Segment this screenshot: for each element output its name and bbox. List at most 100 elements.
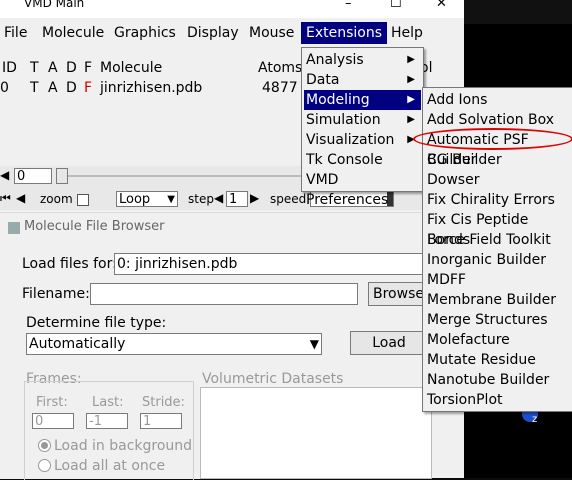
load-background-radio[interactable] (38, 439, 51, 452)
load-button[interactable]: Load (350, 331, 428, 355)
zoom-checkbox[interactable] (77, 194, 89, 206)
title-bar: VMD Main – ☐ ✕ (0, 0, 464, 18)
speed-label: speed (270, 192, 307, 206)
file-type-select[interactable]: Automatically ▼ (26, 333, 322, 355)
filename-input[interactable] (90, 283, 358, 305)
menu-item-add-ions[interactable]: Add Ions (425, 90, 570, 110)
menu-item-mdff[interactable]: MDFF (425, 270, 570, 290)
menu-help[interactable]: Help (391, 25, 423, 41)
step-label: step (188, 192, 214, 206)
first-input[interactable]: 0 (32, 413, 74, 429)
menu-item-fix-chirality-errors[interactable]: Fix Chirality Errors (425, 190, 570, 210)
load-files-for-value: 0: jinrizhisen.pdb (117, 256, 238, 272)
menu-extensions[interactable]: Extensions (301, 22, 388, 44)
mol-active-flag[interactable]: A (48, 80, 58, 96)
step-decrement-icon[interactable]: ◀ (214, 191, 223, 205)
menu-item-merge-structures[interactable]: Merge Structures (425, 310, 570, 330)
menu-item-data[interactable]: Data ▶ (304, 70, 421, 90)
menu-item-inorganic-builder[interactable]: Inorganic Builder (425, 250, 570, 270)
menu-item-vmd-preferences[interactable]: VMD Preferences (304, 170, 421, 208)
submenu-arrow-icon: ▶ (407, 94, 415, 105)
extensions-dropdown: Analysis ▶ Data ▶ Modeling ▶ Simulation … (301, 47, 424, 208)
browse-button[interactable]: Browse... (368, 282, 428, 306)
menu-item-mutate-residue[interactable]: Mutate Residue (425, 350, 570, 370)
submenu-arrow-icon: ▶ (407, 114, 415, 125)
menu-display[interactable]: Display (187, 25, 239, 41)
load-all-once-radio[interactable] (38, 459, 51, 472)
menu-item-simulation[interactable]: Simulation ▶ (304, 110, 421, 130)
menu-item-force-field-toolkit[interactable]: Force Field Toolkit (425, 230, 570, 250)
menu-item-molefacture[interactable]: Molefacture (425, 330, 570, 350)
menu-item-add-solvation-box[interactable]: Add Solvation Box (425, 110, 570, 130)
last-label: Last: (92, 395, 124, 410)
col-d[interactable]: D (66, 60, 77, 76)
chevron-down-icon: ▼ (167, 194, 175, 205)
volumetric-list[interactable] (200, 387, 432, 479)
menu-item-visualization-label: Visualization (306, 132, 395, 148)
stride-label: Stride: (142, 395, 185, 410)
first-label: First: (36, 395, 68, 410)
menu-file[interactable]: File (4, 25, 27, 41)
window-title: VMD Main (24, 0, 85, 10)
frame-input[interactable]: 0 (14, 168, 52, 184)
app-icon (8, 222, 20, 234)
menu-item-visualization[interactable]: Visualization ▶ (304, 130, 421, 150)
mol-atoms: 4877 (262, 80, 298, 96)
col-t[interactable]: T (30, 60, 39, 76)
minimize-button[interactable]: – (345, 0, 352, 11)
menu-item-nanotube-builder[interactable]: Nanotube Builder (425, 370, 570, 390)
col-atoms[interactable]: Atoms (258, 60, 302, 76)
menu-item-membrane-builder[interactable]: Membrane Builder (425, 290, 570, 310)
load-files-for-select[interactable]: 0: jinrizhisen.pdb (114, 253, 426, 275)
menu-item-dowser[interactable]: Dowser (425, 170, 570, 190)
mol-name: jinrizhisen.pdb (100, 80, 203, 96)
menu-item-tk-console[interactable]: Tk Console (304, 150, 421, 170)
menu-item-fix-cis-peptide-bonds[interactable]: Fix Cis Peptide Bonds (425, 210, 570, 248)
col-f[interactable]: F (84, 60, 92, 76)
menu-item-analysis-label: Analysis (306, 52, 364, 68)
col-molecule[interactable]: Molecule (100, 60, 162, 76)
mol-fixed-flag[interactable]: F (84, 80, 92, 96)
volumetric-label: Volumetric Datasets (202, 371, 344, 387)
menu-molecule[interactable]: Molecule (42, 25, 104, 41)
menu-mouse[interactable]: Mouse (249, 25, 294, 41)
col-id[interactable]: ID (2, 60, 17, 76)
load-files-for-label: Load files for: (22, 256, 117, 272)
molecule-file-browser: Molecule File Browser Load files for: 0:… (0, 212, 432, 480)
menu-item-simulation-label: Simulation (306, 112, 381, 128)
loop-select[interactable]: Loop ▼ (116, 191, 178, 207)
maximize-button[interactable]: ☐ (390, 0, 402, 11)
skip-start-icon[interactable]: ⏮ (0, 191, 11, 206)
chevron-down-icon: ▼ (309, 337, 319, 351)
opengl-titlebar (464, 0, 572, 24)
menu-item-modeling[interactable]: Modeling ▶ (304, 90, 421, 110)
step-back-icon[interactable]: ◀ (0, 168, 9, 182)
menu-item-analysis[interactable]: Analysis ▶ (304, 50, 421, 70)
frame-slider-thumb[interactable] (56, 168, 68, 184)
play-reverse-icon[interactable]: ◀ (16, 191, 25, 205)
zoom-label: zoom (40, 192, 73, 206)
load-all-once-label: Load all at once (54, 458, 166, 474)
menu-item-torsionplot[interactable]: TorsionPlot (425, 390, 570, 410)
close-button[interactable]: ✕ (436, 0, 447, 11)
col-a[interactable]: A (48, 60, 58, 76)
submenu-arrow-icon: ▶ (407, 74, 415, 85)
mol-id: 0 (0, 80, 9, 96)
mol-drawn-flag[interactable]: D (66, 80, 77, 96)
menu-item-modeling-label: Modeling (306, 92, 370, 108)
stride-input[interactable]: 1 (140, 413, 182, 429)
step-increment-icon[interactable]: ▶ (250, 191, 259, 205)
axis-z-label: z (532, 414, 538, 425)
frame-slider-track[interactable] (68, 175, 304, 177)
highlight-annotation-circle (413, 128, 572, 150)
submenu-arrow-icon: ▶ (407, 54, 415, 65)
step-input[interactable]: 1 (226, 191, 248, 207)
radio-dot (41, 442, 48, 449)
determine-type-label: Determine file type: (26, 315, 167, 331)
mol-top-flag[interactable]: T (30, 80, 39, 96)
menu-bar: File Molecule Graphics Display Mouse Ext… (0, 22, 464, 44)
menu-item-data-label: Data (306, 72, 340, 88)
menu-graphics[interactable]: Graphics (114, 25, 176, 41)
last-input[interactable]: -1 (86, 413, 128, 429)
menu-item-cg-builder[interactable]: CG Builder (425, 150, 570, 170)
